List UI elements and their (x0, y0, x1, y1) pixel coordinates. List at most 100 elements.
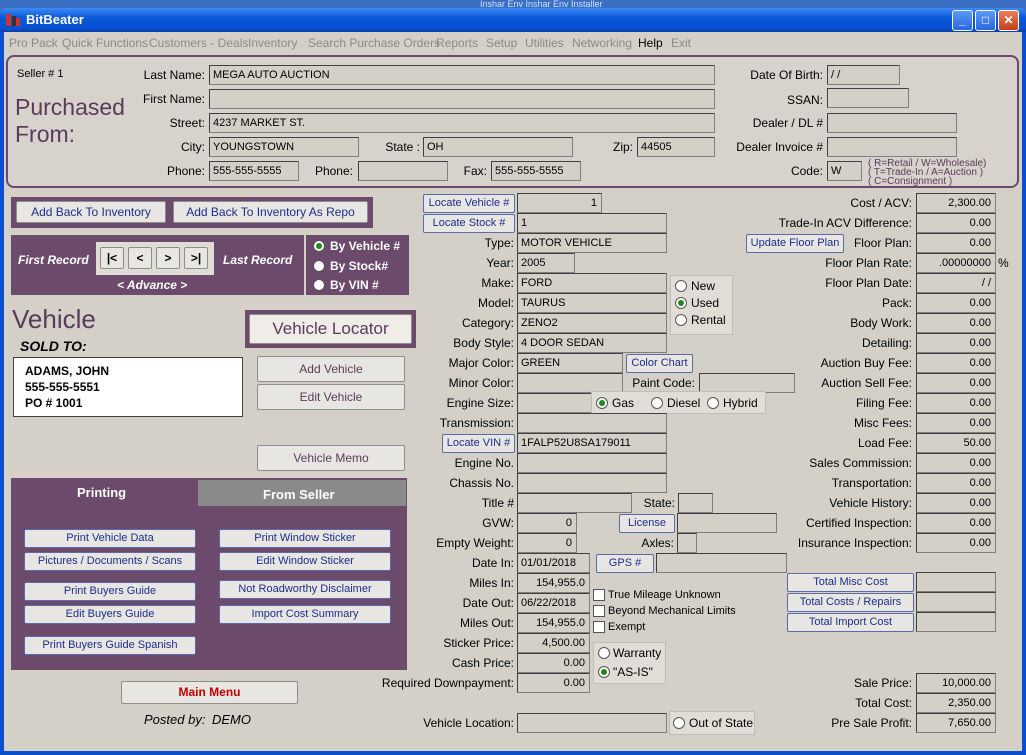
pre-sale-profit-field[interactable]: 7,650.00 (916, 713, 996, 733)
cost-row-field[interactable]: 0.00 (916, 353, 996, 373)
last-name-field[interactable]: MEGA AUTO AUCTION (209, 65, 715, 85)
gps-button[interactable]: GPS # (596, 554, 654, 573)
cost-row-field[interactable]: 0.00 (916, 213, 996, 233)
license-button[interactable]: License (619, 514, 675, 533)
maximize-icon[interactable]: □ (975, 10, 996, 31)
import-cost-summary-button[interactable]: Import Cost Summary (219, 605, 391, 624)
fax-field[interactable]: 555-555-5555 (491, 161, 581, 181)
axles-field[interactable] (677, 533, 697, 553)
print-buyers-guide-spanish-button[interactable]: Print Buyers Guide Spanish (24, 636, 196, 655)
miles-out-field[interactable]: 154,955.0 (517, 613, 590, 633)
used-radio[interactable] (675, 297, 687, 309)
cost-row-field[interactable]: 0.00 (916, 313, 996, 333)
menu-search-purchase-orders[interactable]: Search Purchase Orders (308, 36, 440, 50)
code-field[interactable]: W (827, 161, 862, 181)
vehicle-number-field[interactable]: 1 (517, 193, 602, 213)
cost-row-field[interactable]: 0.00 (916, 333, 996, 353)
by-vehicle-radio[interactable] (313, 240, 325, 252)
gvw-field[interactable]: 0 (517, 513, 577, 533)
cost-row-field[interactable]: 0.00 (916, 233, 996, 253)
zip-field[interactable]: 44505 (637, 137, 715, 157)
menu-pro-pack[interactable]: Pro Pack (9, 36, 58, 50)
title-number-field[interactable] (517, 493, 632, 513)
total-cost-field[interactable]: 2,350.00 (916, 693, 996, 713)
title-state-field[interactable] (678, 493, 713, 513)
cost-row-field[interactable]: 2,300.00 (916, 193, 996, 213)
dealer-invoice-field[interactable] (827, 137, 957, 157)
gps-field[interactable] (656, 553, 787, 573)
cost-row-field[interactable]: / / (916, 273, 996, 293)
menu-setup[interactable]: Setup (486, 36, 517, 50)
menu-customers-deals[interactable]: Customers - Deals (149, 36, 248, 50)
new-radio[interactable] (675, 280, 687, 292)
menu-reports[interactable]: Reports (436, 36, 478, 50)
cost-row-field[interactable]: 0.00 (916, 293, 996, 313)
engine-number-field[interactable] (517, 453, 667, 473)
state-field[interactable]: OH (423, 137, 573, 157)
ssan-field[interactable] (827, 88, 909, 108)
cost-row-field[interactable]: 0.00 (916, 533, 996, 553)
major-color-field[interactable]: GREEN (517, 353, 623, 373)
tab-from-seller[interactable]: From Seller (263, 487, 335, 502)
previous-record-button[interactable]: < (128, 247, 152, 269)
category-field[interactable]: ZENO2 (517, 313, 667, 333)
color-chart-button[interactable]: Color Chart (626, 354, 693, 373)
dealer-dl-field[interactable] (827, 113, 957, 133)
pictures-documents-scans-button[interactable]: Pictures / Documents / Scans (24, 552, 196, 571)
print-buyers-guide-button[interactable]: Print Buyers Guide (24, 582, 196, 601)
as-is-radio[interactable] (598, 666, 610, 678)
cost-row-field[interactable]: 0.00 (916, 493, 996, 513)
rental-radio[interactable] (675, 314, 687, 326)
hybrid-radio[interactable] (707, 397, 719, 409)
city-field[interactable]: YOUNGSTOWN (209, 137, 359, 157)
cost-row-field[interactable]: 0.00 (916, 513, 996, 533)
edit-window-sticker-button[interactable]: Edit Window Sticker (219, 552, 391, 571)
model-field[interactable]: TAURUS (517, 293, 667, 313)
dob-field[interactable]: / / (827, 65, 900, 85)
empty-weight-field[interactable]: 0 (517, 533, 577, 553)
tab-printing[interactable]: Printing (77, 485, 126, 500)
beyond-limits-checkbox[interactable] (593, 605, 605, 617)
cost-row-field[interactable]: 0.00 (916, 393, 996, 413)
add-back-as-repo-button[interactable]: Add Back To Inventory As Repo (173, 201, 368, 223)
print-vehicle-data-button[interactable]: Print Vehicle Data (24, 529, 196, 548)
sale-price-field[interactable]: 10,000.00 (916, 673, 996, 693)
date-in-field[interactable]: 01/01/2018 (517, 553, 590, 573)
year-field[interactable]: 2005 (517, 253, 575, 273)
close-icon[interactable]: ✕ (998, 10, 1019, 31)
last-record-button[interactable]: >| (184, 247, 208, 269)
cost-row-field[interactable]: 0.00 (916, 473, 996, 493)
minor-color-field[interactable] (517, 373, 623, 393)
total-misc-cost-field[interactable] (916, 572, 996, 592)
date-out-field[interactable]: 06/22/2018 (517, 593, 590, 613)
total-costs-repairs-button[interactable]: Total Costs / Repairs (787, 593, 914, 612)
by-vin-radio[interactable] (313, 279, 325, 291)
engine-size-field[interactable] (517, 393, 592, 413)
edit-vehicle-button[interactable]: Edit Vehicle (257, 384, 405, 410)
add-vehicle-button[interactable]: Add Vehicle (257, 356, 405, 382)
menu-inventory[interactable]: Inventory (248, 36, 297, 50)
gas-radio[interactable] (596, 397, 608, 409)
chassis-number-field[interactable] (517, 473, 667, 493)
by-stock-radio[interactable] (313, 260, 325, 272)
total-misc-cost-button[interactable]: Total Misc Cost (787, 573, 914, 592)
next-record-button[interactable]: > (156, 247, 180, 269)
out-of-state-radio[interactable] (673, 717, 685, 729)
stock-number-field[interactable]: 1 (517, 213, 667, 233)
main-menu-button[interactable]: Main Menu (121, 681, 298, 704)
street-field[interactable]: 4237 MARKET ST. (209, 113, 715, 133)
cost-row-field[interactable]: 0.00 (916, 373, 996, 393)
cost-row-field[interactable]: 0.00 (916, 453, 996, 473)
menu-exit[interactable]: Exit (671, 36, 691, 50)
true-mileage-checkbox[interactable] (593, 589, 605, 601)
cost-row-field[interactable]: .00000000 (916, 253, 996, 273)
not-roadworthy-disclaimer-button[interactable]: Not Roadworthy Disclaimer (219, 580, 391, 599)
vin-field[interactable]: 1FALP52U8SA179011 (517, 433, 667, 453)
print-window-sticker-button[interactable]: Print Window Sticker (219, 529, 391, 548)
required-downpayment-field[interactable]: 0.00 (517, 673, 590, 693)
vehicle-locator-button[interactable]: Vehicle Locator (249, 314, 412, 344)
menu-utilities[interactable]: Utilities (525, 36, 564, 50)
sticker-price-field[interactable]: 4,500.00 (517, 633, 590, 653)
warranty-radio[interactable] (598, 647, 610, 659)
locate-stock-button[interactable]: Locate Stock # (423, 214, 515, 233)
